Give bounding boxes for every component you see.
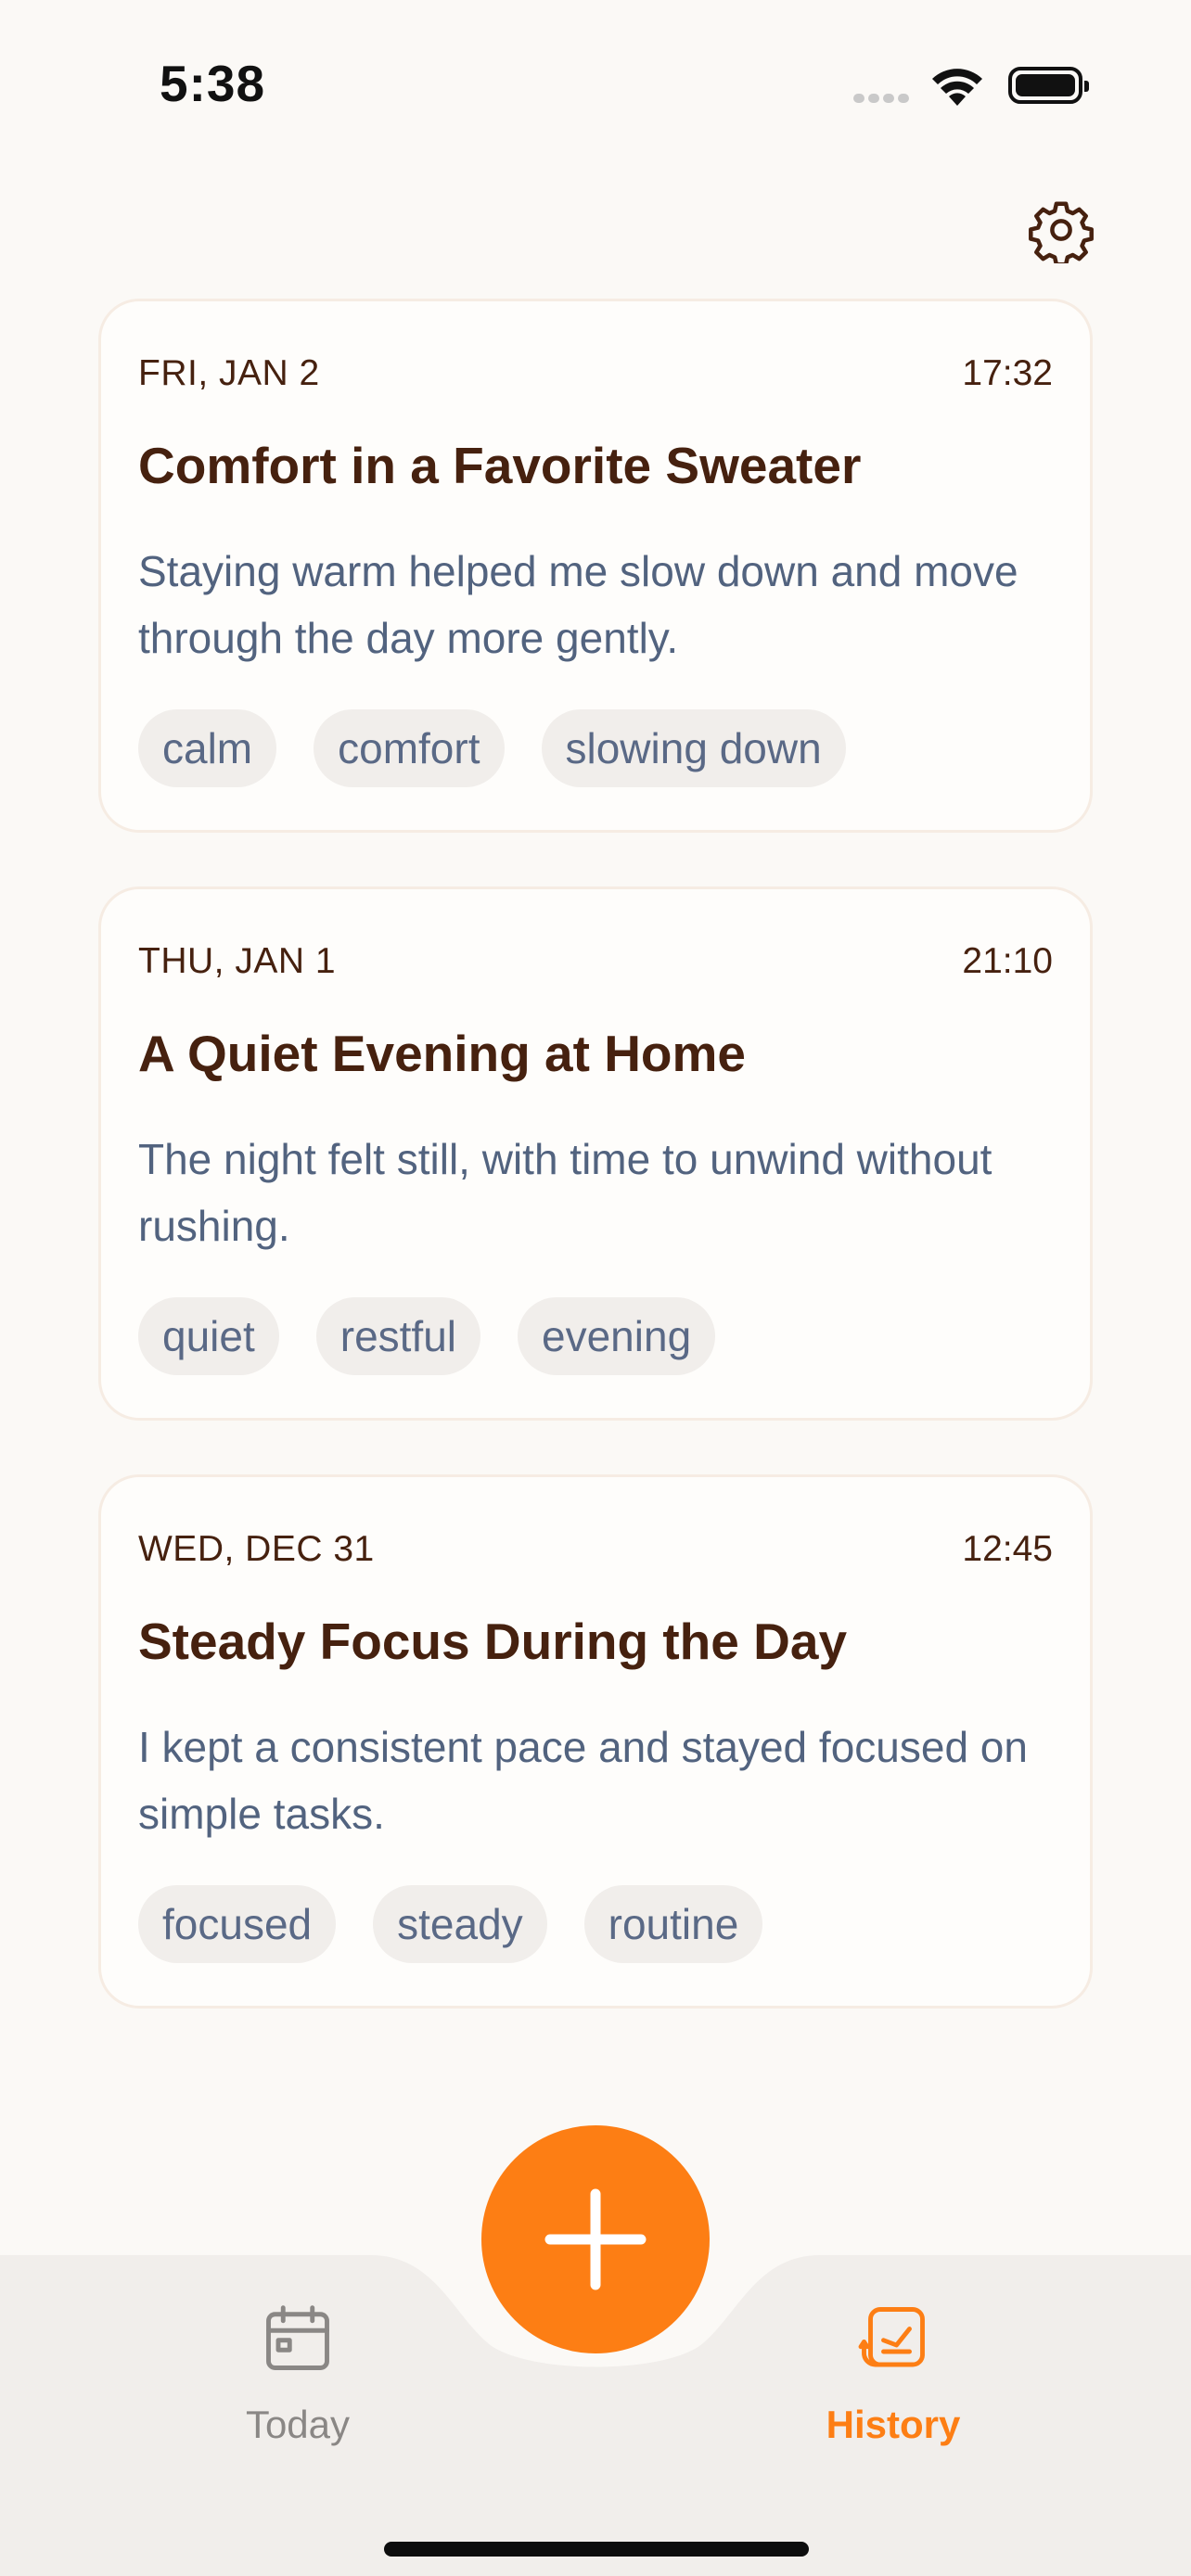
mood-tag[interactable]: steady bbox=[373, 1885, 547, 1963]
entry-card[interactable]: THU, JAN 1 21:10 A Quiet Evening at Home… bbox=[98, 886, 1093, 1421]
journal-history-icon bbox=[858, 2307, 925, 2367]
home-indicator bbox=[384, 2542, 809, 2557]
mood-tag[interactable]: slowing down bbox=[541, 709, 846, 787]
tab-history[interactable]: History bbox=[773, 2300, 1014, 2447]
mood-tag[interactable]: calm bbox=[138, 709, 277, 787]
entry-title: Steady Focus During the Day bbox=[138, 1613, 848, 1670]
entry-card[interactable]: WED, DEC 31 12:45 Steady Focus During th… bbox=[98, 1474, 1093, 2009]
mood-tag[interactable]: routine bbox=[583, 1885, 763, 1963]
tab-history-label: History bbox=[826, 2403, 961, 2446]
entry-date: THU, JAN 1 bbox=[138, 941, 337, 981]
battery-icon bbox=[1008, 67, 1089, 104]
entry-body: I kept a consistent pace and stayed focu… bbox=[138, 1723, 1028, 1838]
status-time: 5:38 bbox=[160, 55, 266, 112]
tab-today-label: Today bbox=[245, 2403, 351, 2446]
entry-tags: focused steady routine bbox=[138, 1885, 763, 1963]
mood-tag[interactable]: focused bbox=[138, 1885, 337, 1963]
entry-card[interactable]: FRI, JAN 2 17:32 Comfort in a Favorite S… bbox=[98, 299, 1093, 833]
plus-icon bbox=[544, 2188, 647, 2290]
mood-tag[interactable]: quiet bbox=[138, 1297, 279, 1375]
entry-tags: calm comfort slowing down bbox=[138, 709, 846, 787]
entry-date: WED, DEC 31 bbox=[138, 1529, 375, 1569]
settings-button[interactable] bbox=[1028, 197, 1095, 267]
entry-title: A Quiet Evening at Home bbox=[138, 1025, 747, 1082]
mood-tag[interactable]: evening bbox=[518, 1297, 716, 1375]
entry-body: Staying warm helped me slow down and mov… bbox=[138, 547, 1018, 662]
tab-today[interactable]: Today bbox=[177, 2300, 418, 2447]
gear-icon bbox=[1029, 201, 1094, 267]
entry-date: FRI, JAN 2 bbox=[138, 353, 320, 393]
mood-tag[interactable]: restful bbox=[315, 1297, 481, 1375]
mood-tag[interactable]: comfort bbox=[314, 709, 505, 787]
entry-body: The night felt still, with time to unwin… bbox=[138, 1135, 992, 1250]
entry-tags: quiet restful evening bbox=[138, 1297, 716, 1375]
entry-time: 12:45 bbox=[962, 1529, 1053, 1569]
wifi-icon bbox=[932, 69, 982, 106]
calendar-icon bbox=[266, 2305, 329, 2370]
entry-time: 17:32 bbox=[962, 353, 1053, 393]
entry-time: 21:10 bbox=[962, 941, 1053, 981]
add-entry-button[interactable] bbox=[474, 2118, 717, 2361]
status-bar: 5:38 bbox=[0, 0, 1191, 139]
entry-title: Comfort in a Favorite Sweater bbox=[138, 437, 862, 494]
